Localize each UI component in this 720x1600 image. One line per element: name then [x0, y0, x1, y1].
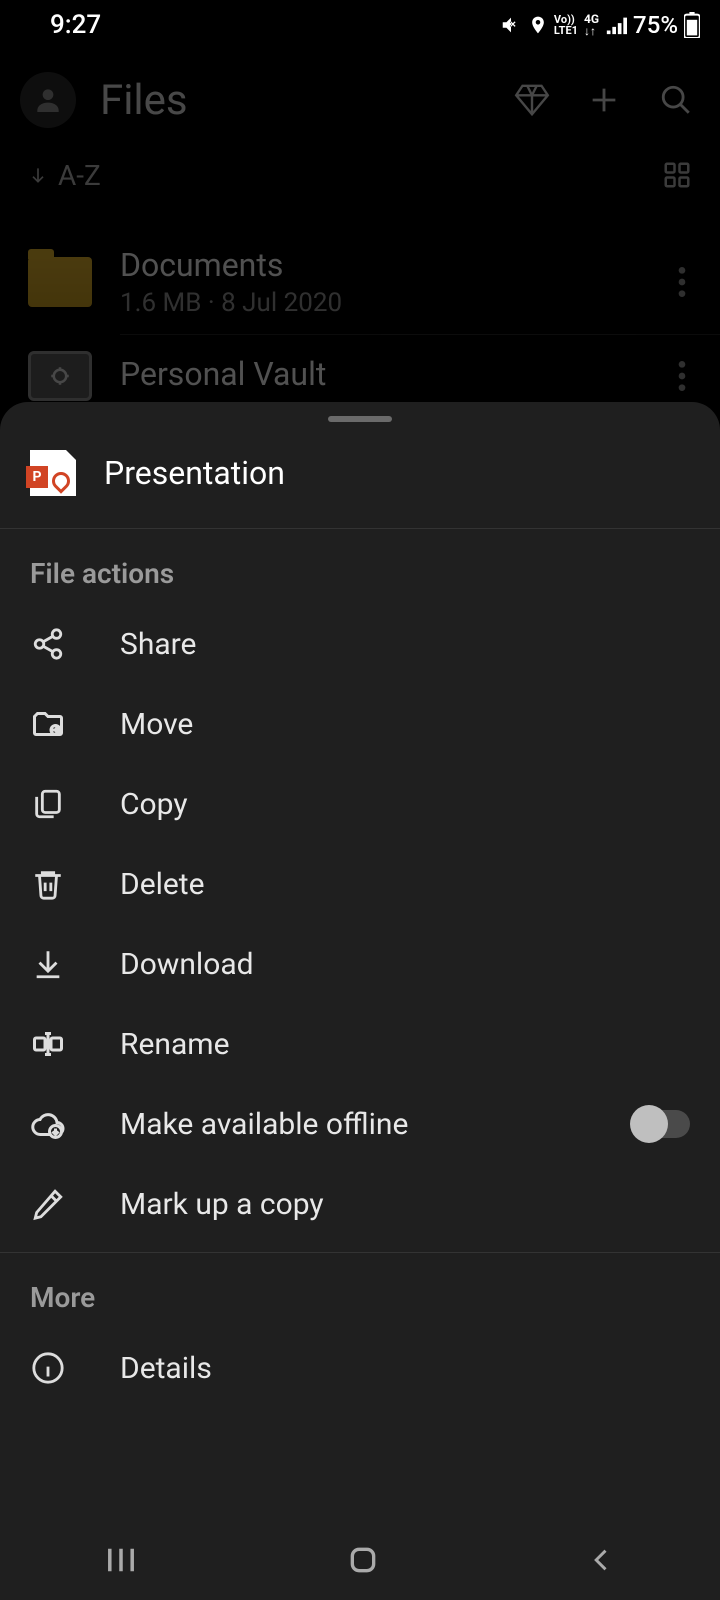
- rename-icon: [30, 1026, 66, 1062]
- powerpoint-icon: P: [30, 450, 76, 496]
- home-icon: [347, 1544, 379, 1576]
- battery-icon: [684, 12, 700, 38]
- volume-mute-icon: [500, 14, 522, 36]
- view-toggle-button[interactable]: [662, 160, 692, 190]
- nav-home-button[interactable]: [347, 1544, 379, 1576]
- signal-icon: [605, 14, 627, 36]
- trash-icon: [31, 867, 65, 901]
- sort-button[interactable]: A-Z: [28, 159, 101, 192]
- action-details[interactable]: Details: [0, 1328, 720, 1408]
- nav-recents-button[interactable]: [104, 1546, 138, 1574]
- section-label-actions: File actions: [0, 529, 720, 604]
- more-vertical-icon: [678, 267, 686, 297]
- app-header: Files: [0, 50, 720, 150]
- action-label: Rename: [120, 1027, 690, 1062]
- action-label: Move: [120, 707, 690, 742]
- cloud-download-icon: [30, 1105, 66, 1143]
- row-more-button[interactable]: [672, 267, 692, 297]
- person-icon: [32, 84, 64, 116]
- action-label: Delete: [120, 867, 690, 902]
- more-vertical-icon: [678, 361, 686, 391]
- file-name: Documents: [120, 246, 644, 284]
- copy-icon: [31, 787, 65, 821]
- offline-toggle[interactable]: [632, 1110, 690, 1138]
- action-markup[interactable]: Mark up a copy: [0, 1164, 720, 1244]
- status-bar: 9:27 Vo))LTE1 4G↓↑ 75%: [0, 0, 720, 50]
- status-time: 9:27: [20, 10, 101, 40]
- navigation-bar: [0, 1520, 720, 1600]
- folder-icon: [28, 257, 92, 307]
- battery-text: 75%: [633, 11, 678, 39]
- vault-icon: [28, 351, 92, 401]
- file-name: Personal Vault: [120, 355, 644, 393]
- search-icon: [659, 83, 693, 117]
- location-icon: [528, 15, 548, 35]
- action-label: Mark up a copy: [120, 1187, 690, 1222]
- move-icon: [30, 706, 66, 742]
- back-icon: [588, 1546, 616, 1574]
- status-icons: Vo))LTE1 4G↓↑ 75%: [500, 11, 700, 39]
- sheet-header: P Presentation: [0, 422, 720, 528]
- action-offline[interactable]: Make available offline: [0, 1084, 720, 1164]
- row-more-button[interactable]: [672, 361, 692, 391]
- diamond-icon: [513, 81, 551, 119]
- grid-icon: [662, 160, 692, 190]
- sort-label: A-Z: [58, 159, 101, 192]
- add-button[interactable]: [580, 76, 628, 124]
- info-icon: [31, 1351, 65, 1385]
- action-label: Make available offline: [120, 1107, 578, 1142]
- volte-indicator: Vo))LTE1: [554, 14, 578, 36]
- plus-icon: [587, 83, 621, 117]
- sort-row: A-Z: [0, 150, 720, 200]
- file-row[interactable]: Documents 1.6 MB · 8 Jul 2020: [0, 230, 720, 334]
- action-label: Download: [120, 947, 690, 982]
- action-delete[interactable]: Delete: [0, 844, 720, 924]
- sheet-title: Presentation: [104, 454, 285, 492]
- app-title: Files: [100, 76, 484, 125]
- action-share[interactable]: Share: [0, 604, 720, 684]
- download-icon: [31, 947, 65, 981]
- action-download[interactable]: Download: [0, 924, 720, 1004]
- action-copy[interactable]: Copy: [0, 764, 720, 844]
- pencil-icon: [31, 1187, 65, 1221]
- premium-button[interactable]: [508, 76, 556, 124]
- file-meta: 1.6 MB · 8 Jul 2020: [120, 288, 644, 318]
- search-button[interactable]: [652, 76, 700, 124]
- arrow-down-icon: [28, 165, 48, 185]
- share-icon: [31, 627, 65, 661]
- action-move[interactable]: Move: [0, 684, 720, 764]
- bottom-sheet: P Presentation File actions Share Move C…: [0, 402, 720, 1600]
- section-label-more: More: [0, 1253, 720, 1328]
- nav-back-button[interactable]: [588, 1546, 616, 1574]
- action-rename[interactable]: Rename: [0, 1004, 720, 1084]
- avatar[interactable]: [20, 72, 76, 128]
- recents-icon: [104, 1546, 138, 1574]
- action-label: Copy: [120, 787, 690, 822]
- action-label: Share: [120, 627, 690, 662]
- network-4g-indicator: 4G↓↑: [584, 13, 599, 37]
- action-label: Details: [120, 1351, 690, 1386]
